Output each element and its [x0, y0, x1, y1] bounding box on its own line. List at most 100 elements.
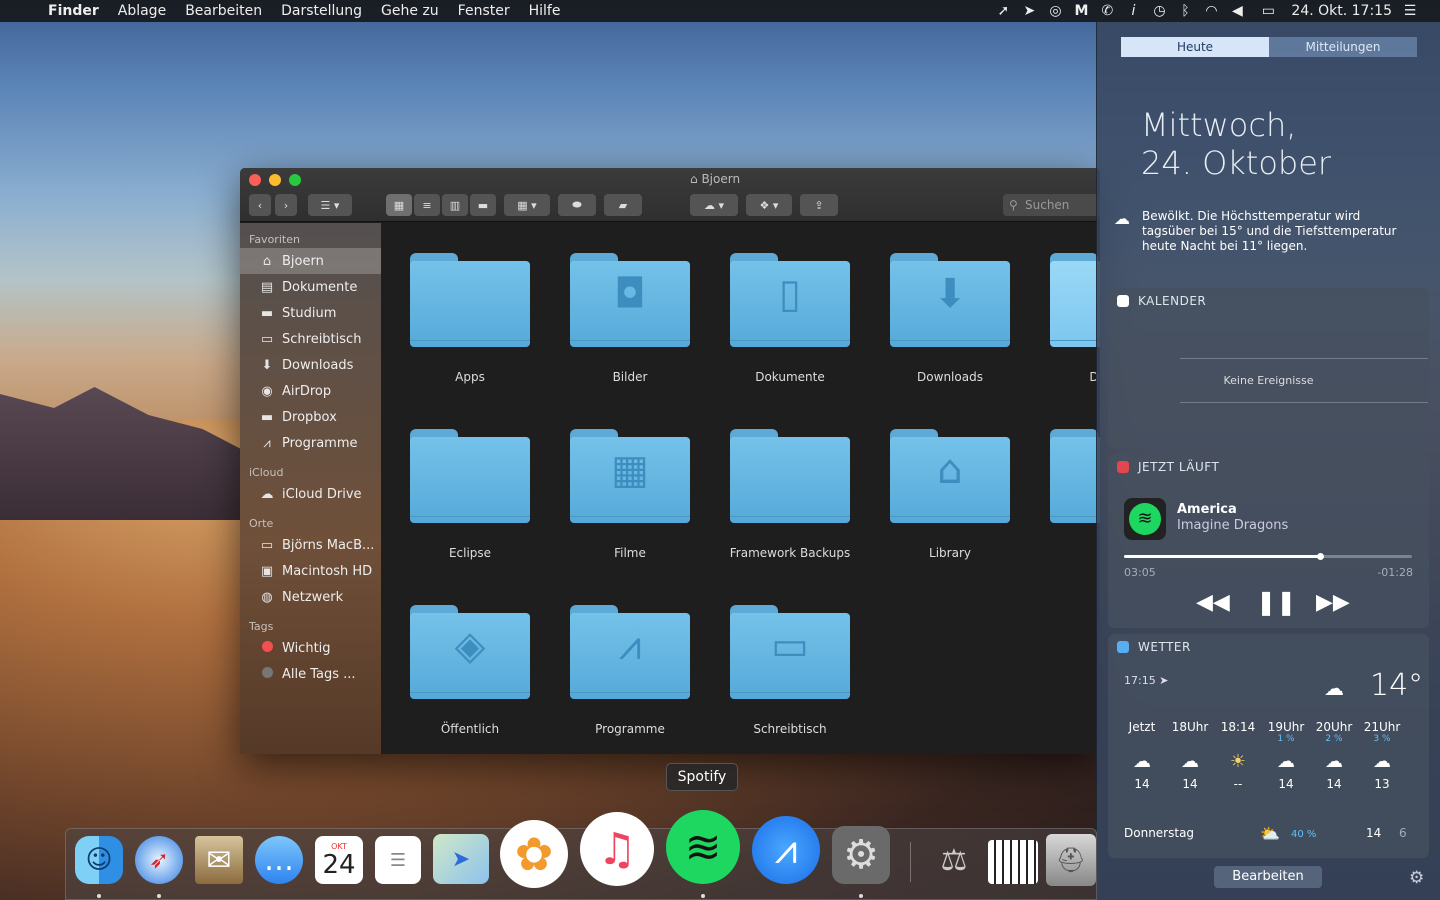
folder-item[interactable]: ▭ Schreibtisch: [710, 595, 870, 754]
sidebar-item-tag-wichtig[interactable]: Wichtig: [240, 635, 381, 661]
forward-button[interactable]: ›: [275, 194, 297, 216]
midi-keyboard-dock-icon[interactable]: [988, 840, 1038, 884]
tags-button[interactable]: ⬬: [558, 194, 596, 216]
sidebar-item-icloud-drive[interactable]: ☁ iCloud Drive: [240, 481, 381, 507]
column-view-button[interactable]: ▥: [442, 194, 468, 216]
new-folder-button[interactable]: ▰: [604, 194, 642, 216]
info-icon[interactable]: i: [1125, 3, 1141, 19]
mail-stamp-dock-icon[interactable]: ✉: [195, 836, 243, 884]
app-store-dock-icon[interactable]: ⩘: [752, 816, 820, 884]
icon-view-button[interactable]: ▦: [386, 194, 412, 216]
hour-rain-pct: 1 %: [1277, 734, 1295, 744]
edit-widgets-button[interactable]: Bearbeiten: [1214, 866, 1322, 888]
messages-dock-icon[interactable]: …: [255, 836, 303, 884]
sidebar-item-studium[interactable]: ▬ Studium: [240, 300, 381, 326]
zoom-window-button[interactable]: [289, 174, 301, 186]
tab-mitteilungen[interactable]: Mitteilungen: [1269, 37, 1417, 57]
sidebar-item-programme[interactable]: ⩘ Programme: [240, 430, 381, 456]
menu-gehe-zu[interactable]: Gehe zu: [381, 3, 439, 19]
search-field[interactable]: ⚲ Suchen: [1003, 194, 1100, 216]
sidebar-item-label: Alle Tags ...: [282, 666, 356, 682]
gear-icon[interactable]: ⚙: [1409, 868, 1424, 888]
sidebar-item-schreibtisch[interactable]: ▭ Schreibtisch: [240, 326, 381, 352]
sidebar-item-bjoern[interactable]: ⌂ Bjoern: [240, 248, 381, 274]
rewind-icon[interactable]: ◀◀: [1196, 590, 1230, 615]
system-preferences-dock-icon[interactable]: ⚙: [832, 826, 890, 884]
back-button[interactable]: ‹: [249, 194, 271, 216]
current-temperature: 14°: [1370, 668, 1424, 703]
sync-circle-icon[interactable]: ◎: [1047, 3, 1063, 19]
gallery-view-button[interactable]: ▬: [470, 194, 496, 216]
folder-item[interactable]: ◈ Öffentlich: [390, 595, 550, 754]
hour-column: 21Uhr 3 % ☁ 13: [1358, 720, 1406, 791]
track-artist: Imagine Dragons: [1177, 518, 1289, 533]
share-button[interactable]: ⇪: [800, 194, 838, 216]
menu-hilfe[interactable]: Hilfe: [529, 3, 561, 19]
music-dock-icon[interactable]: ♫: [580, 812, 654, 886]
sidebar-item-network[interactable]: ◍ Netzwerk: [240, 584, 381, 610]
sidebar-item-airdrop[interactable]: ◉ AirDrop: [240, 378, 381, 404]
sidebar-header-favorites: Favoriten: [249, 233, 300, 246]
photos-dock-icon[interactable]: ✿: [500, 820, 568, 888]
menu-app-name[interactable]: Finder: [48, 3, 99, 19]
sidebar-item-dropbox[interactable]: ▬ Dropbox: [240, 404, 381, 430]
volume-icon[interactable]: ◀: [1229, 3, 1245, 19]
hour-rain-pct: [1118, 734, 1166, 747]
sidebar-item-macintosh-hd[interactable]: ▣ Macintosh HD: [240, 558, 381, 584]
maps-dock-icon[interactable]: ➤: [433, 834, 489, 884]
folder-item[interactable]: D: [1030, 243, 1100, 413]
group-menu-button[interactable]: ▦ ▾: [504, 194, 550, 216]
instruments-dock-icon[interactable]: ⚖: [930, 834, 978, 886]
sidebar-item-dokumente[interactable]: ▤ Dokumente: [240, 274, 381, 300]
pause-icon[interactable]: ❚❚: [1256, 588, 1296, 616]
progress-knob[interactable]: [1316, 553, 1324, 560]
menu-darstellung[interactable]: Darstellung: [281, 3, 362, 19]
notification-center-icon[interactable]: ☰: [1402, 3, 1418, 19]
folder-item[interactable]: ⬇ Downloads: [870, 243, 1030, 413]
applications-folder-icon: ⩘: [570, 605, 690, 700]
folder-item[interactable]: ◘ Bilder: [550, 243, 710, 413]
menu-fenster[interactable]: Fenster: [458, 3, 510, 19]
phone-icon[interactable]: ✆: [1099, 3, 1115, 19]
icloud-menu-button[interactable]: ☁ ▾: [690, 194, 738, 216]
folder-item[interactable]: ⌂ Library: [870, 419, 1030, 589]
spotify-dock-icon[interactable]: ≋: [666, 810, 740, 884]
finder-dock-icon[interactable]: ☺: [75, 836, 123, 884]
dropbox-menu-button[interactable]: ❖ ▾: [746, 194, 792, 216]
progress-track[interactable]: [1124, 553, 1412, 560]
folder-item[interactable]: Apps: [390, 243, 550, 413]
folder-item[interactable]: Eclipse: [390, 419, 550, 589]
safari-dock-icon[interactable]: ➶: [135, 836, 183, 884]
fast-forward-icon[interactable]: ▶▶: [1316, 590, 1350, 615]
menubar-clock[interactable]: 24. Okt. 17:15: [1291, 3, 1392, 19]
location-arrow-icon[interactable]: ➤: [1021, 3, 1037, 19]
minimize-window-button[interactable]: [269, 174, 281, 186]
bluetooth-icon[interactable]: ᛒ: [1177, 3, 1193, 19]
calendar-dock-icon[interactable]: OKT 24: [315, 836, 363, 884]
hourly-forecast: Jetzt ☁ 14 18Uhr ☁ 14 18:14 ☀ -- 19Uhr 1 % ☁ 14 20Uhr…: [1118, 720, 1418, 820]
arrange-menu-button[interactable]: ☰ ▾: [308, 194, 352, 216]
sidebar-item-macbook[interactable]: ▭ Björns MacB...: [240, 532, 381, 558]
menu-bearbeiten[interactable]: Bearbeiten: [185, 3, 262, 19]
reminders-dock-icon[interactable]: ☰: [375, 836, 421, 884]
rocket-icon[interactable]: ➚: [995, 3, 1011, 19]
menu-ablage[interactable]: Ablage: [118, 3, 166, 19]
time-machine-icon[interactable]: ◷: [1151, 3, 1167, 19]
folder-item[interactable]: ▦ Filme: [550, 419, 710, 589]
mail-m-icon[interactable]: M: [1073, 3, 1089, 19]
hour-label: 20Uhr: [1315, 720, 1353, 734]
folder-icon: [730, 429, 850, 524]
wifi-icon[interactable]: ◠: [1203, 3, 1219, 19]
cloud-icon: ☁: [1373, 751, 1391, 772]
folder-item[interactable]: ⩘ Programme: [550, 595, 710, 754]
sidebar-item-downloads[interactable]: ⬇ Downloads: [240, 352, 381, 378]
folder-item[interactable]: [1030, 419, 1100, 589]
folder-item[interactable]: Framework Backups: [710, 419, 870, 589]
disk-utility-dock-icon[interactable]: ⛑: [1046, 834, 1096, 886]
list-view-button[interactable]: ≡: [414, 194, 440, 216]
tab-heute[interactable]: Heute: [1121, 37, 1269, 57]
folder-item[interactable]: ▯ Dokumente: [710, 243, 870, 413]
sidebar-item-all-tags[interactable]: Alle Tags ...: [240, 661, 381, 687]
battery-icon[interactable]: ▭: [1255, 3, 1281, 19]
close-window-button[interactable]: [249, 174, 261, 186]
